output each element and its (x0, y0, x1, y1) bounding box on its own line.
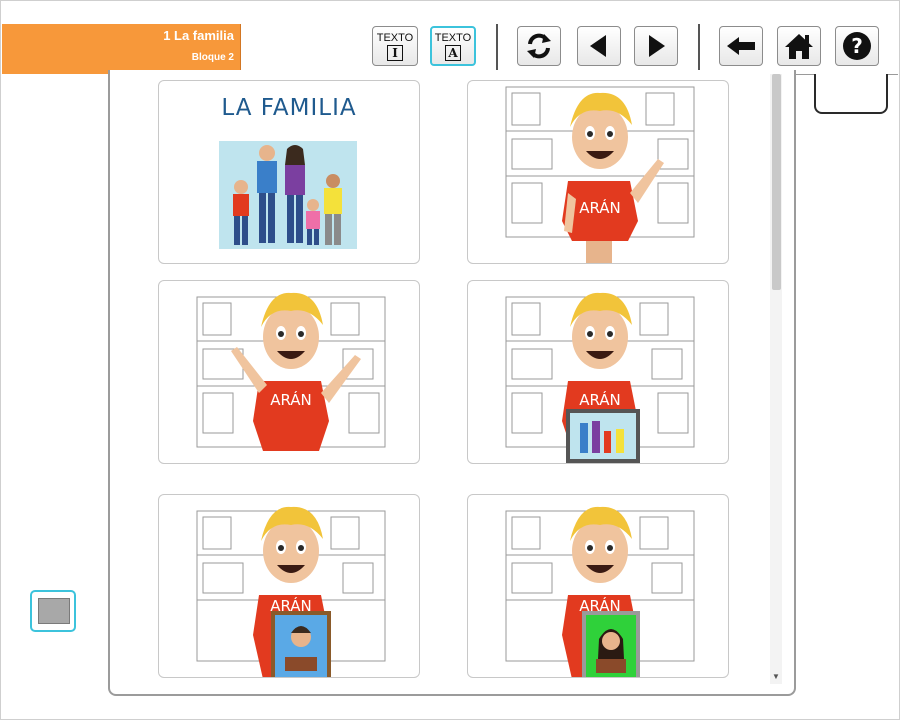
next-icon (649, 35, 665, 57)
thumbnail-icon (38, 598, 70, 624)
text-capitals-button[interactable]: TEXTO A (430, 26, 476, 66)
aran-waving-illustration: ARÁN (505, 86, 695, 263)
title-bar: 1 La familia Bloque 2 (2, 24, 241, 74)
aran-pointing-illustration: ARÁN (196, 292, 386, 451)
refresh-button[interactable] (517, 26, 561, 66)
help-tab-flap (814, 74, 888, 114)
svg-text:?: ? (851, 34, 863, 58)
thumbnail-view-button[interactable] (30, 590, 76, 632)
aran-family-photo-illustration: ARÁN (505, 292, 695, 463)
family-illustration (219, 141, 357, 249)
card-3[interactable]: ARÁN (158, 280, 420, 464)
toolbar-separator (698, 24, 700, 72)
card-1[interactable]: LA FAMILIA (158, 80, 420, 264)
card-4[interactable]: ARÁN (467, 280, 729, 464)
back-arrow-icon (727, 37, 755, 55)
text-button-label: TEXTO (434, 31, 472, 44)
text-cursor-icon: I (387, 44, 403, 61)
scrollbar-thumb[interactable] (772, 74, 781, 290)
next-button[interactable] (634, 26, 678, 66)
toolbar-separator (496, 24, 498, 72)
text-capital-icon: A (445, 44, 461, 61)
aran-father-photo-illustration: ARÁN (196, 506, 386, 677)
lesson-subtitle: Bloque 2 (191, 52, 234, 63)
previous-button[interactable] (577, 26, 621, 66)
text-button-label: TEXTO (376, 31, 414, 44)
shirt-label: ARÁN (579, 390, 621, 409)
card-title: LA FAMILIA (221, 95, 357, 121)
home-button[interactable] (777, 26, 821, 66)
scroll-down-icon[interactable]: ▼ (772, 672, 780, 681)
shirt-label: ARÁN (270, 390, 312, 409)
refresh-icon (527, 33, 551, 59)
aran-mother-photo-illustration: ARÁN (505, 506, 695, 677)
back-button[interactable] (719, 26, 763, 66)
lesson-title: 1 La familia (163, 28, 234, 43)
help-icon: ? (843, 32, 871, 60)
card-5[interactable]: ARÁN (158, 494, 420, 678)
help-button[interactable]: ? (835, 26, 879, 66)
card-6[interactable]: ARÁN (467, 494, 729, 678)
card-2[interactable]: ARÁN (467, 80, 729, 264)
home-icon (785, 34, 813, 59)
text-uppercase-button[interactable]: TEXTO I (372, 26, 418, 66)
previous-icon (590, 35, 606, 57)
shirt-label: ARÁN (579, 198, 621, 217)
